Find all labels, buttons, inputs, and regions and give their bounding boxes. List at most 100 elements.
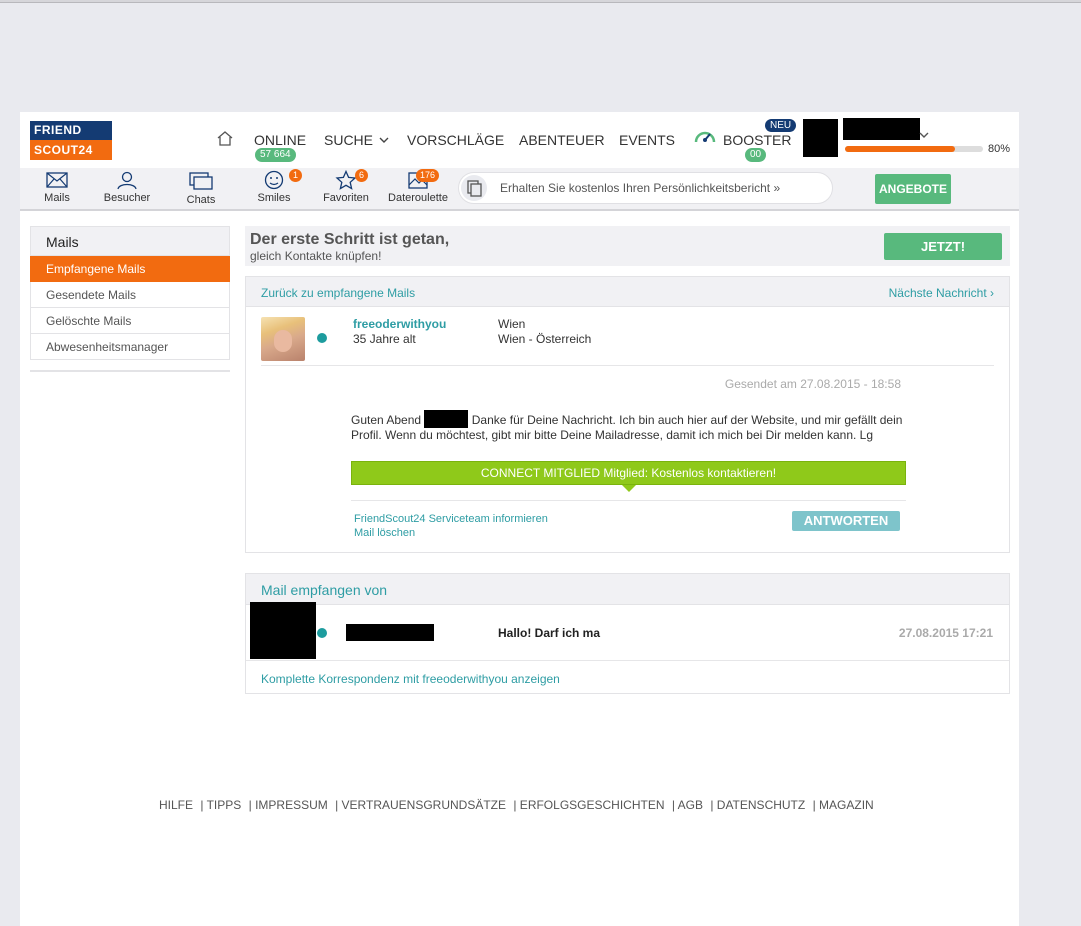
full-correspondence-link[interactable]: Komplette Korrespondenz mit freeoderwith… (261, 672, 560, 686)
toolbar-dateroulette-label: Dateroulette (388, 192, 448, 204)
message-redacted-name (424, 410, 469, 428)
favoriten-count-badge: 6 (355, 169, 369, 182)
toolbar-chats-label: Chats (186, 194, 216, 206)
nav-suche[interactable]: SUCHE (324, 132, 389, 148)
speedometer-icon[interactable] (693, 126, 717, 148)
profile-progress-fill (845, 146, 956, 152)
message-subject[interactable]: Hallo! Darf ich ma (498, 626, 600, 640)
angebote-button[interactable]: ANGEBOTE (875, 174, 951, 204)
mail-detail-header: Zurück zu empfangene Mails Nächste Nachr… (246, 277, 1009, 307)
message-date: 27.08.2015 17:21 (898, 626, 993, 640)
toolbar-mails[interactable]: Mails (42, 170, 72, 204)
sender-online-indicator (317, 333, 327, 343)
received-from-header: Mail empfangen von (245, 573, 1010, 605)
window-top-border (0, 0, 1081, 3)
mail-sidebar: Mails Empfangene Mails Gesendete Mails G… (30, 226, 230, 372)
dateroulette-count-badge: 176 (416, 169, 440, 182)
profile-progress-label: 80% (988, 143, 1011, 155)
copy-pages-icon (467, 180, 482, 197)
personality-report-banner[interactable]: Erhalten Sie kostenlos Ihren Persönlichk… (458, 172, 833, 204)
sender-avatar[interactable] (261, 317, 305, 361)
sent-date: Gesendet am 27.08.2015 - 18:58 (724, 377, 901, 391)
toolbar-favoriten-label: Favoriten (323, 192, 369, 204)
sender-separator (261, 365, 994, 366)
next-message-link[interactable]: Nächste Nachricht › (889, 286, 994, 300)
smiley-icon (264, 170, 284, 190)
report-serviceteam-link[interactable]: FriendScout24 Serviceteam informieren (354, 512, 548, 526)
logo-line1: FRIEND (30, 121, 112, 140)
personality-report-text: Erhalten Sie kostenlos Ihren Persönlichk… (500, 181, 781, 195)
sender-city: Wien (498, 317, 526, 331)
top-header: FRIEND SCOUT24 ONLINE 57 664 SUCHE VORSC… (20, 112, 1019, 168)
nav-booster[interactable]: BOOSTER (723, 132, 791, 148)
reply-button[interactable]: ANTWORTEN (792, 511, 900, 531)
received-from-panel: Hallo! Darf ich ma 27.08.2015 17:21 Komp… (245, 602, 1010, 694)
actions-separator (351, 500, 906, 501)
nav-suche-label: SUCHE (324, 132, 374, 148)
message-greeting: Guten Abend (351, 413, 422, 427)
footer-link-magazin[interactable]: | MAGAZIN (813, 798, 874, 812)
back-to-inbox-link[interactable]: Zurück zu empfangene Mails (261, 286, 415, 300)
profile-progress-bar (845, 146, 983, 152)
toolbar-mails-label: Mails (44, 192, 70, 204)
footer-link-impressum[interactable]: | IMPRESSUM (249, 798, 328, 812)
connect-pointer (622, 485, 636, 492)
user-menu-chevron-icon[interactable] (919, 131, 929, 139)
chevron-down-icon (379, 137, 389, 143)
jetzt-button[interactable]: JETZT! (884, 233, 1002, 260)
recipient-avatar-redacted[interactable] (250, 602, 316, 659)
recipient-name-redacted[interactable] (346, 624, 434, 641)
nav-abenteuer[interactable]: ABENTEUER (519, 132, 605, 148)
sender-age: 35 Jahre alt (353, 332, 416, 346)
user-avatar-redacted[interactable] (803, 119, 838, 157)
personality-icon-wrapper (461, 175, 487, 201)
footer-links: HILFE | TIPPS | IMPRESSUM | VERTRAUENSGR… (159, 798, 878, 812)
sender-region: Wien - Österreich (498, 332, 592, 346)
friendscout24-logo[interactable]: FRIEND SCOUT24 (30, 121, 112, 160)
footer-link-erfolgsgeschichten[interactable]: | ERFOLGSGESCHICHTEN (513, 798, 664, 812)
footer-link-tipps[interactable]: | TIPPS (200, 798, 241, 812)
online-count-badge: 57 664 (255, 148, 296, 162)
user-icon (117, 171, 137, 190)
footer-link-datenschutz[interactable]: | DATENSCHUTZ (710, 798, 805, 812)
message-body: Guten Abend Danke für Deine Nachricht. I… (351, 410, 911, 443)
home-icon[interactable] (216, 130, 234, 146)
mail-icon (46, 172, 68, 188)
toolbar-smiles-label: Smiles (257, 192, 291, 204)
footer-link-agb[interactable]: | AGB (672, 798, 703, 812)
delete-mail-link[interactable]: Mail löschen (354, 526, 548, 540)
footer-link-vertrauensgrundsaetze[interactable]: | VERTRAUENSGRUNDSÄTZE (335, 798, 506, 812)
connect-member-button[interactable]: CONNECT MITGLIED Mitglied: Kostenlos kon… (351, 461, 906, 485)
sender-name-link[interactable]: freeoderwithyou (353, 317, 446, 331)
logo-line2: SCOUT24 (30, 140, 112, 160)
neu-badge: NEU (765, 119, 797, 132)
smiles-count-badge: 1 (289, 169, 303, 182)
toolbar-chats[interactable]: Chats (184, 170, 218, 206)
sidebar-divider (30, 370, 230, 372)
username-redacted[interactable] (843, 118, 920, 140)
sidebar-item-abwesenheitsmanager[interactable]: Abwesenheitsmanager (30, 334, 230, 360)
nav-online[interactable]: ONLINE (254, 132, 306, 148)
correspondence-separator (246, 660, 1009, 661)
nav-events[interactable]: EVENTS (619, 132, 675, 148)
mail-detail-panel: Zurück zu empfangene Mails Nächste Nachr… (245, 276, 1010, 553)
toolbar-besucher-label: Besucher (103, 192, 151, 204)
icon-toolbar: Mails Besucher Chats Smiles 1 Favoriten … (20, 168, 1019, 211)
toolbar-smiles[interactable]: Smiles (257, 170, 291, 204)
sender-avatar-face (274, 330, 292, 352)
banner-subtitle: gleich Kontakte knüpfen! (250, 249, 382, 263)
sidebar-item-empfangene[interactable]: Empfangene Mails (30, 256, 230, 282)
page-container: FRIEND SCOUT24 ONLINE 57 664 SUCHE VORSC… (20, 112, 1019, 926)
nav-vorschlaege[interactable]: VORSCHLÄGE (407, 132, 504, 148)
mail-action-links: FriendScout24 Serviceteam informieren Ma… (354, 512, 548, 540)
recipient-online-indicator (317, 628, 327, 638)
banner-title: Der erste Schritt ist getan, (250, 231, 450, 248)
sidebar-item-gesendete[interactable]: Gesendete Mails (30, 282, 230, 308)
toolbar-besucher[interactable]: Besucher (102, 170, 152, 204)
first-step-banner: Der erste Schritt ist getan, gleich Kont… (245, 226, 1010, 266)
footer-link-hilfe[interactable]: HILFE (159, 798, 193, 812)
booster-count-badge: 00 (745, 148, 767, 162)
sidebar-item-geloeschte[interactable]: Gelöschte Mails (30, 308, 230, 334)
sidebar-title: Mails (30, 226, 230, 256)
chat-icon (189, 172, 213, 190)
